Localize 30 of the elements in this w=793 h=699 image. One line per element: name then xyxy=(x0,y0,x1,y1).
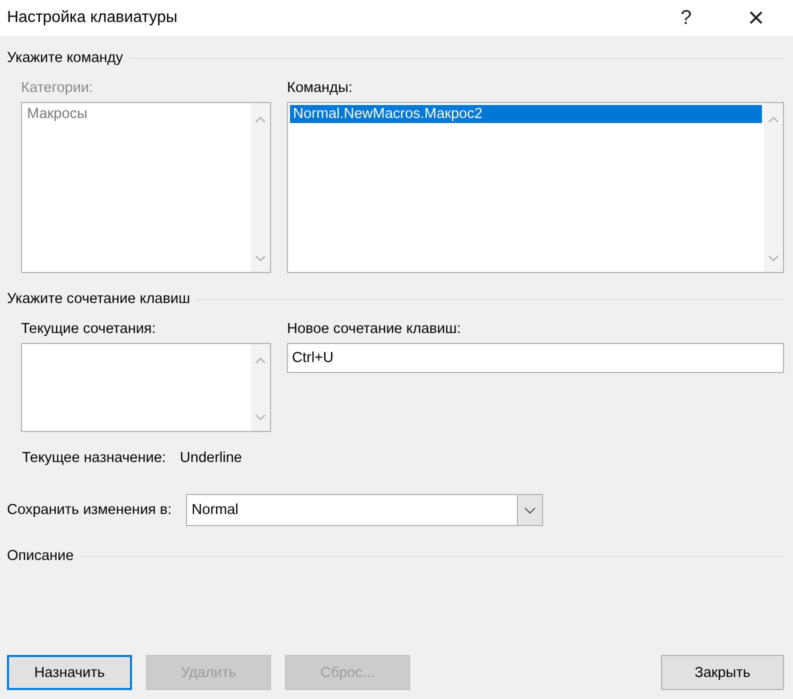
save-in-dropdown[interactable]: Normal xyxy=(186,494,543,526)
help-button[interactable]: ? xyxy=(663,6,709,30)
scroll-up-icon[interactable] xyxy=(768,116,779,123)
section-heading: Укажите сочетание клавиш xyxy=(7,291,190,307)
section-heading: Описание xyxy=(7,548,74,564)
save-in-label: Сохранить изменения в: xyxy=(7,502,172,518)
scroll-down-icon[interactable] xyxy=(255,414,266,421)
scrollbar[interactable] xyxy=(764,103,783,272)
new-key-label: Новое сочетание клавиш: xyxy=(287,321,462,337)
current-assignment-value: Underline xyxy=(180,450,242,466)
close-button[interactable]: × xyxy=(733,2,779,34)
window-title: Настройка клавиатуры xyxy=(7,9,178,27)
new-key-field[interactable]: Ctrl+U xyxy=(287,343,784,373)
scrollbar[interactable] xyxy=(251,344,270,431)
scroll-up-icon[interactable] xyxy=(255,116,266,123)
commands-label: Команды: xyxy=(287,80,354,96)
current-assignment-label: Текущее назначение: xyxy=(22,450,166,466)
section-heading: Укажите команду xyxy=(7,50,123,66)
current-keys-list[interactable] xyxy=(21,343,271,432)
current-keys-label: Текущие сочетания: xyxy=(21,321,157,337)
chevron-down-icon xyxy=(524,506,536,514)
dialog-button[interactable]: Назначить xyxy=(7,655,132,690)
scroll-down-icon[interactable] xyxy=(768,255,779,262)
list-item[interactable]: Normal.NewMacros.Макрос2 xyxy=(290,105,762,123)
commands-list[interactable]: Normal.NewMacros.Макрос2 xyxy=(287,102,784,273)
scrollbar[interactable] xyxy=(251,103,270,272)
scroll-down-icon[interactable] xyxy=(255,255,266,262)
scroll-up-icon[interactable] xyxy=(255,357,266,364)
categories-label: Категории: xyxy=(21,80,94,96)
dialog-button[interactable]: Закрыть xyxy=(661,655,784,690)
